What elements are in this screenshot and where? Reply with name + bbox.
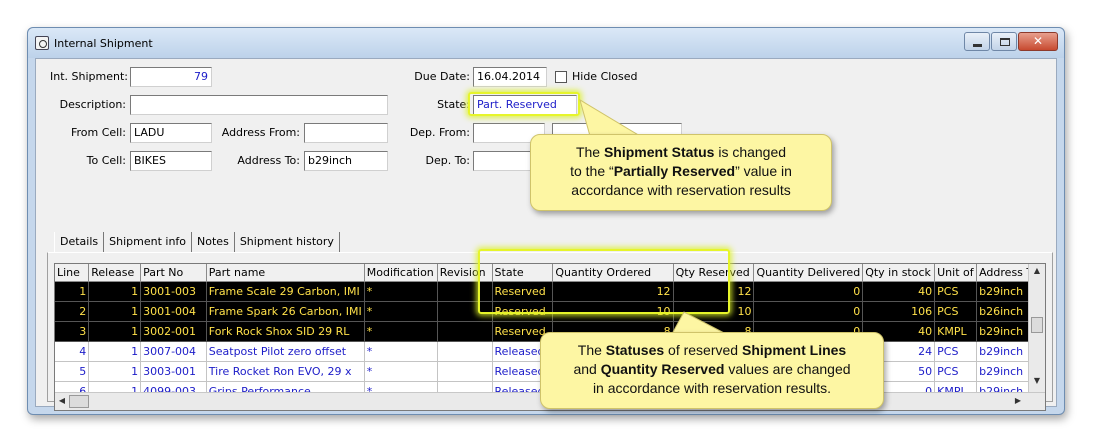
address-from-label: Address From: [221,126,300,139]
table-cell[interactable]: * [364,341,438,362]
table-cell[interactable]: 5 [55,361,90,382]
table-cell[interactable]: 3003-001 [140,361,207,382]
table-cell[interactable]: 1 [88,341,142,362]
table-cell[interactable]: * [364,321,438,342]
grid-vertical-scrollbar[interactable]: ▲ ▼ [1028,264,1045,392]
state-label: State: [437,98,470,111]
int-shipment-field[interactable]: 79 [130,67,212,87]
table-cell[interactable]: 1 [88,281,142,302]
maximize-icon [1000,38,1010,46]
grid-column-header[interactable]: Qty in stock [862,264,936,282]
table-cell[interactable]: 40 [862,281,936,302]
table-cell[interactable]: * [364,281,438,302]
title-bar[interactable]: Internal Shipment ✕ [28,28,1064,58]
scroll-left-icon[interactable]: ◀ [57,396,67,405]
minimize-icon [973,44,982,47]
table-cell[interactable]: 2 [55,301,90,322]
state-highlight [468,92,580,116]
table-cell[interactable]: 0 [753,301,864,322]
window-title: Internal Shipment [54,37,153,50]
status-callout: The Shipment Status is changed to the “P… [530,134,832,211]
table-cell[interactable] [437,321,493,342]
lines-callout: The Statuses of reserved Shipment Lines … [540,332,884,409]
description-field[interactable] [130,95,388,115]
scroll-up-icon[interactable]: ▲ [1029,266,1045,275]
table-cell[interactable]: 3007-004 [140,341,207,362]
tab-shipment-info[interactable]: Shipment info [104,232,193,252]
tab-notes[interactable]: Notes [192,232,235,252]
grid-column-header[interactable]: Modification [364,264,438,282]
address-to-label: Address To: [237,154,300,167]
dep-to-label: Dep. To: [425,154,471,167]
tab-strip: Details Shipment info Notes Shipment his… [54,232,340,252]
minimize-button[interactable] [964,32,990,51]
to-cell-field[interactable]: BIKES [130,151,212,171]
hide-closed-checkbox[interactable] [555,71,567,83]
grid-column-header[interactable]: Release [88,264,142,282]
table-cell[interactable]: 3001-003 [140,281,207,302]
table-cell[interactable]: 106 [862,301,936,322]
address-to-field[interactable]: b29inch [304,151,388,171]
table-cell[interactable]: Fork Rock Shox SID 29 RL [206,321,365,342]
grid-highlight [478,249,730,314]
tab-shipment-history[interactable]: Shipment history [235,232,340,252]
table-cell[interactable]: KMPL [934,321,978,342]
table-cell[interactable]: Seatpost Pilot zero offset [206,341,365,362]
to-cell-label: To Cell: [86,154,126,167]
vertical-scroll-thumb[interactable] [1031,317,1043,333]
table-cell[interactable]: PCS [934,301,978,322]
table-cell[interactable] [437,361,493,382]
int-shipment-label: Int. Shipment: [50,70,128,83]
table-cell[interactable]: 0 [753,281,864,302]
hide-closed-label: Hide Closed [572,70,638,83]
grid-column-header[interactable]: Line [55,264,90,282]
table-cell[interactable]: * [364,361,438,382]
due-date-field[interactable]: 16.04.2014 [473,67,547,87]
table-cell[interactable]: 1 [55,281,90,302]
tab-details[interactable]: Details [54,232,105,252]
scroll-down-icon[interactable]: ▼ [1029,376,1045,385]
address-from-field[interactable] [304,123,388,143]
table-cell[interactable]: Frame Scale 29 Carbon, IMI [206,281,365,302]
grid-column-header[interactable]: Part No [140,264,207,282]
maximize-button[interactable] [991,32,1017,51]
table-cell[interactable]: 4 [55,341,90,362]
table-cell[interactable]: Tire Rocket Ron EVO, 29 x [206,361,365,382]
table-cell[interactable]: PCS [934,361,978,382]
close-icon: ✕ [1032,34,1044,48]
close-button[interactable]: ✕ [1018,32,1058,51]
from-cell-field[interactable]: LADU [130,123,212,143]
from-cell-label: From Cell: [70,126,126,139]
grid-column-header[interactable]: Quantity Delivered [753,264,864,282]
horizontal-scroll-thumb[interactable] [69,395,89,408]
table-cell[interactable]: Frame Spark 26 Carbon, IMI [206,301,365,322]
table-cell[interactable]: * [364,301,438,322]
grid-column-header[interactable]: Part name [206,264,365,282]
table-cell[interactable]: PCS [934,281,978,302]
description-label: Description: [59,98,126,111]
table-cell[interactable]: 3 [55,321,90,342]
table-cell[interactable]: 1 [88,321,142,342]
table-cell[interactable]: 3001-004 [140,301,207,322]
dep-from-label: Dep. From: [409,126,470,139]
scroll-right-icon[interactable]: ▶ [1013,396,1023,405]
table-cell[interactable]: 1 [88,301,142,322]
table-cell[interactable]: 1 [88,361,142,382]
app-icon[interactable] [35,36,49,50]
table-cell[interactable]: 3002-001 [140,321,207,342]
due-date-label: Due Date: [414,70,470,83]
grid-column-header[interactable]: Unit of [934,264,978,282]
table-cell[interactable]: PCS [934,341,978,362]
table-cell[interactable] [437,341,493,362]
